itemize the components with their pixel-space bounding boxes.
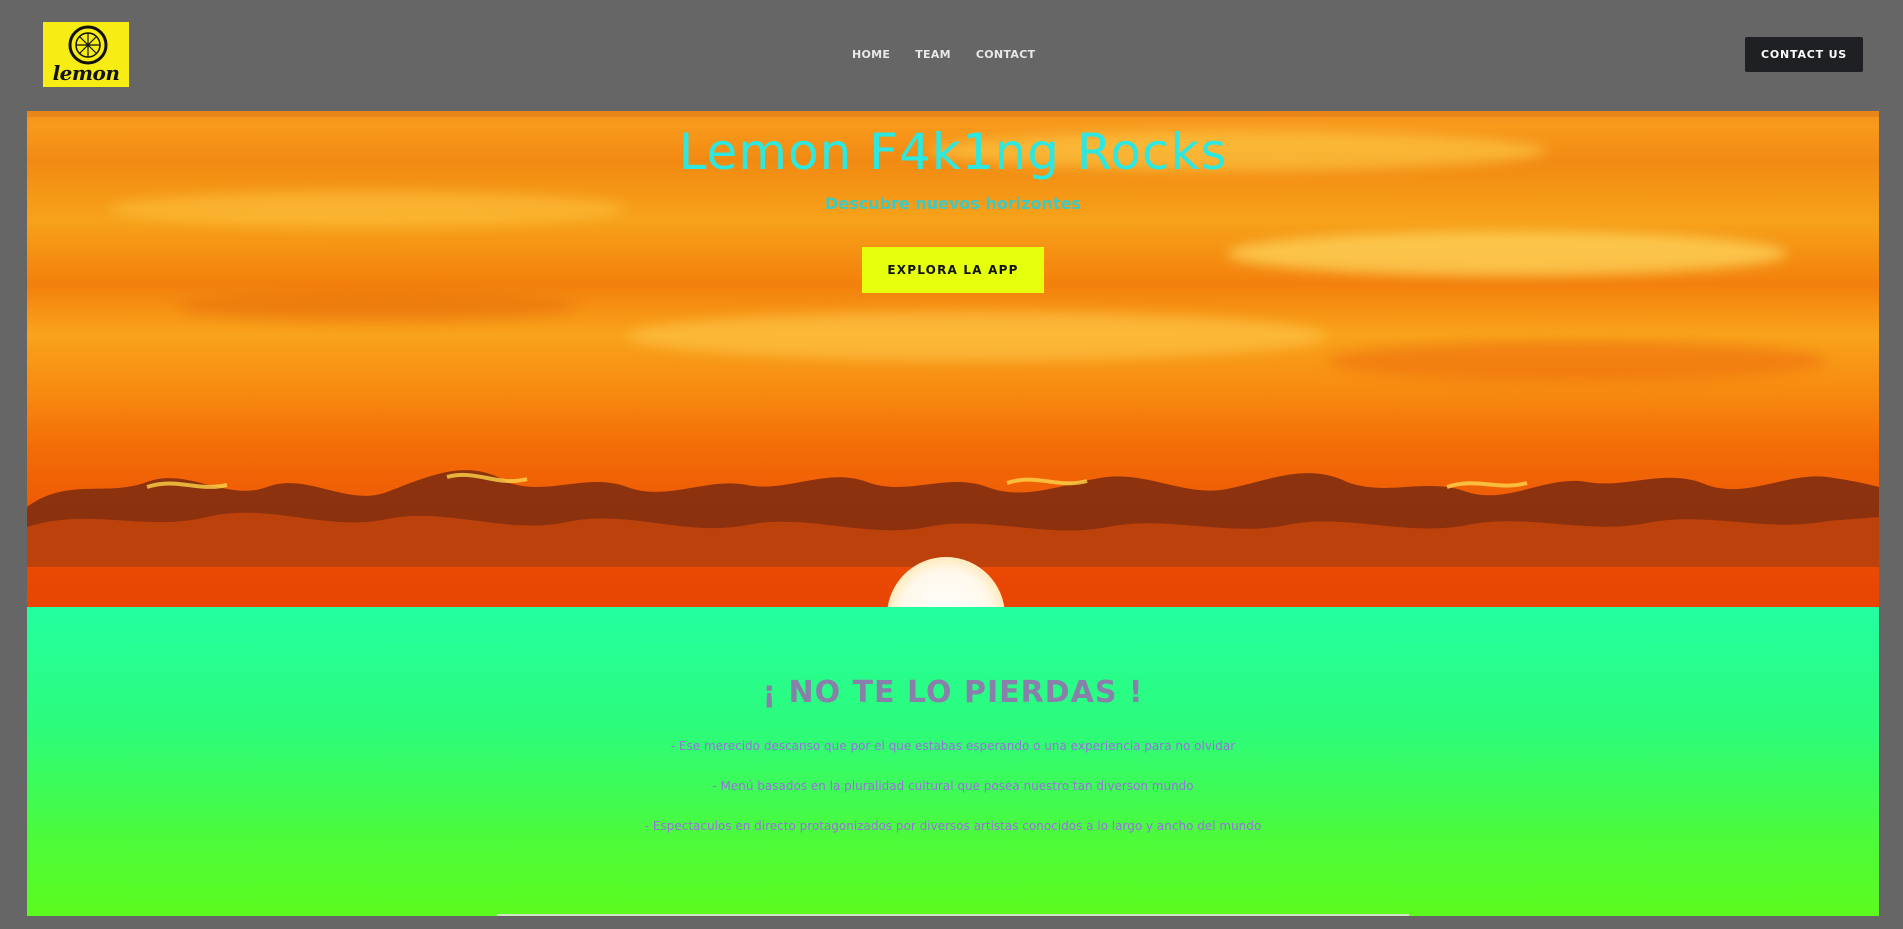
lemon-logo-icon[interactable]: lemon [43, 22, 129, 87]
promo-title: ¡ NO TE LO PIERDAS ! [762, 675, 1144, 710]
promo-line: - Menú basados en la pluralidad cultural… [712, 779, 1194, 793]
promo-line: - Ese merecido descanso que por el que e… [670, 739, 1236, 753]
nav-home[interactable]: HOME [852, 48, 890, 62]
logo-text: lemon [52, 61, 120, 85]
hero-subtitle: Descubre nuevos horizontes [825, 194, 1081, 213]
hero-section: Lemon F4k1ng Rocks Descubre nuevos horiz… [27, 111, 1879, 607]
promo-line: - Espectaculos en directo protagonizados… [644, 819, 1262, 833]
nav-team[interactable]: TEAM [915, 48, 951, 62]
explore-app-button[interactable]: EXPLORA LA APP [862, 247, 1044, 293]
sky-streak [1327, 341, 1827, 381]
contact-us-button[interactable]: CONTACT US [1745, 37, 1863, 72]
sky-streak [627, 311, 1327, 361]
hero-title: Lemon F4k1ng Rocks [678, 123, 1228, 181]
sky-streak [177, 291, 577, 321]
hero-top-stripe [27, 111, 1879, 117]
sky-streak [1227, 231, 1787, 276]
promo-section: ¡ NO TE LO PIERDAS ! - Ese merecido desc… [27, 607, 1879, 916]
site-header: lemon HOME TEAM CONTACT CONTACT US [0, 0, 1903, 110]
footer-divider [497, 914, 1409, 916]
nav-contact[interactable]: CONTACT [976, 48, 1035, 62]
main-nav: HOME TEAM CONTACT [852, 48, 1035, 62]
cloud-band [27, 470, 1879, 567]
